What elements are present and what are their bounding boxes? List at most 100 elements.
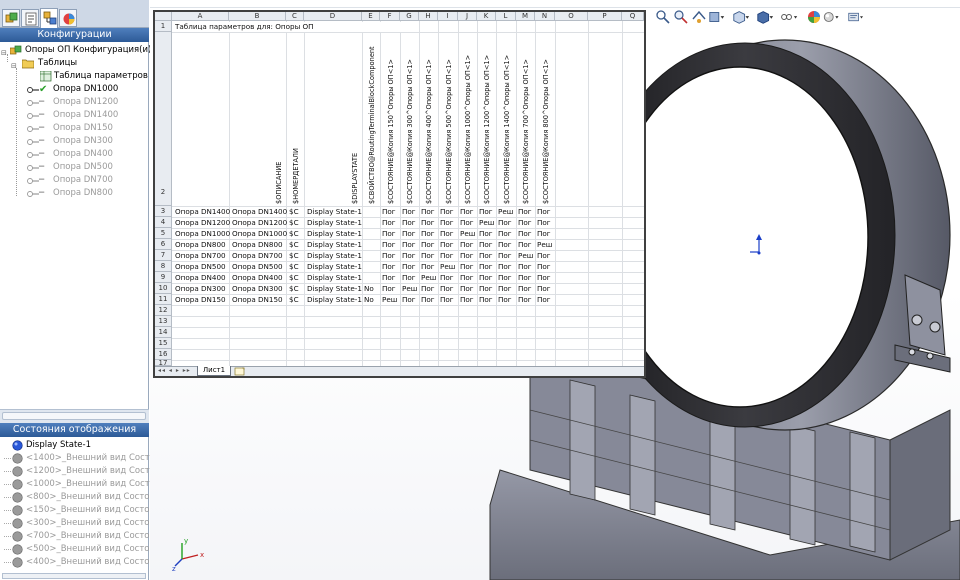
column-heading[interactable]: $ОПИСАНИЕ [275, 162, 283, 204]
table-cell[interactable]: Пог [402, 251, 416, 260]
display-state-item[interactable]: <1200>_Внешний вид Состояни [0, 465, 171, 478]
configuration-item[interactable]: ✔ Опора DN1000 [0, 83, 149, 96]
column-heading[interactable]: $СОСТОЯНИЕ@Копия 400^Опоры ОП<1> [425, 59, 433, 204]
column-header[interactable]: K [477, 12, 496, 21]
table-cell[interactable]: Пог [479, 251, 493, 260]
sheet-title-cell[interactable]: Таблица параметров для: Опоры ОП [175, 22, 415, 32]
table-cell[interactable]: $C [289, 262, 299, 271]
property-manager-tab[interactable] [21, 9, 39, 27]
table-cell[interactable]: Пог [421, 284, 435, 293]
configuration-item[interactable]: ━ Опора DN500 [0, 161, 149, 174]
table-cell[interactable]: Пог [518, 207, 532, 216]
table-cell[interactable]: Опора DN1200 [175, 218, 230, 227]
column-header[interactable]: P [588, 12, 622, 21]
table-cell[interactable]: $C [289, 284, 299, 293]
table-cell[interactable]: Пог [402, 229, 416, 238]
table-cell[interactable]: Пог [479, 284, 493, 293]
table-cell[interactable]: Пог [440, 207, 454, 216]
table-cell[interactable]: Пог [518, 284, 532, 293]
configuration-item[interactable]: ━ Опора DN1400 [0, 109, 149, 122]
column-header[interactable]: E [362, 12, 380, 21]
table-cell[interactable]: Опора DN1000 [232, 229, 287, 238]
table-cell[interactable]: Пог [421, 262, 435, 271]
column-heading[interactable]: $НОМЕРДЕТАЛИ [292, 148, 300, 204]
table-cell[interactable]: $C [289, 218, 299, 227]
table-cell[interactable]: Опора DN300 [232, 284, 283, 293]
configuration-item[interactable]: ━ Опора DN400 [0, 148, 149, 161]
design-table-item[interactable]: Таблица параметров [0, 70, 149, 83]
table-cell[interactable]: Реш [382, 295, 397, 304]
table-cell[interactable]: Пог [537, 229, 551, 238]
horizontal-scrollbar[interactable] [2, 412, 146, 420]
table-cell[interactable]: Опора DN300 [175, 284, 226, 293]
table-cell[interactable]: Опора DN400 [232, 273, 283, 282]
column-heading[interactable]: $СОСТОЯНИЕ@Копия 1000^Опоры ОП<1> [464, 55, 472, 204]
column-heading[interactable]: $СОСТОЯНИЕ@Копия 700^Опоры ОП<1> [522, 59, 530, 204]
column-heading[interactable]: $СВОЙСТВО@RoutingTerminalBlockComponent [368, 46, 376, 204]
tree-root-item[interactable]: ⊟ Опоры ОП Конфигурация(и) [0, 44, 151, 57]
table-cell[interactable]: Пог [479, 240, 493, 249]
table-cell[interactable]: Пог [421, 295, 435, 304]
configuration-item[interactable]: ━ Опора DN800 [0, 187, 149, 200]
table-cell[interactable]: Пог [382, 229, 396, 238]
table-cell[interactable]: Пог [498, 240, 512, 249]
table-cell[interactable]: $C [289, 273, 299, 282]
display-state-item[interactable]: <700>_Внешний вид Состояни [0, 530, 166, 543]
table-cell[interactable]: Опора DN1200 [232, 218, 287, 227]
table-cell[interactable]: Пог [402, 262, 416, 271]
row-header[interactable]: 1 [155, 21, 172, 32]
table-cell[interactable]: Опора DN500 [232, 262, 283, 271]
table-cell[interactable]: $C [289, 295, 299, 304]
table-cell[interactable]: Пог [498, 218, 512, 227]
table-cell[interactable]: Пог [518, 295, 532, 304]
table-cell[interactable]: Опора DN800 [232, 240, 283, 249]
table-cell[interactable]: Пог [518, 229, 532, 238]
table-cell[interactable]: Пог [440, 295, 454, 304]
table-cell[interactable]: Пог [440, 229, 454, 238]
table-cell[interactable]: Пог [460, 251, 474, 260]
table-cell[interactable]: Реш [440, 262, 455, 271]
column-header[interactable]: J [458, 12, 477, 21]
display-state-item[interactable]: <500>_Внешний вид Состояни [0, 543, 166, 556]
display-state-item[interactable]: Display State-1 [0, 439, 149, 452]
table-cell[interactable]: Пог [382, 262, 396, 271]
design-table-spreadsheet[interactable]: A B C D E F G H I J K L M N O P Q 1 2 3 … [153, 10, 646, 378]
display-state-item[interactable]: <150>_Внешний вид Состояни [0, 504, 166, 517]
sheet-tab[interactable]: Лист1 [197, 366, 231, 376]
table-cell[interactable]: Пог [498, 262, 512, 271]
table-cell[interactable]: Пог [460, 295, 474, 304]
table-cell[interactable]: Реш [402, 284, 417, 293]
table-cell[interactable]: Пог [421, 207, 435, 216]
table-cell[interactable]: Пог [537, 218, 551, 227]
column-header[interactable]: B [229, 12, 286, 21]
row-header[interactable]: 16 [155, 349, 172, 360]
display-state-item[interactable]: <800>_Внешний вид Состояни [0, 491, 166, 504]
table-cell[interactable]: Пог [479, 295, 493, 304]
table-cell[interactable]: Пог [382, 240, 396, 249]
tables-folder-item[interactable]: ⊟ Таблицы [0, 57, 149, 70]
table-cell[interactable]: No [364, 284, 374, 293]
display-state-item[interactable]: <400>_Внешний вид Состояни [0, 556, 166, 569]
table-cell[interactable]: Пог [402, 273, 416, 282]
table-cell[interactable]: Пог [537, 262, 551, 271]
configuration-item[interactable]: ━ Опора DN300 [0, 135, 149, 148]
column-header[interactable]: H [419, 12, 438, 21]
table-cell[interactable]: Пог [382, 218, 396, 227]
column-header[interactable]: M [516, 12, 535, 21]
table-cell[interactable]: Пог [518, 218, 532, 227]
display-state-item[interactable]: <1000>_Внешний вид Состояни [0, 478, 171, 491]
configuration-item[interactable]: ━ Опора DN150 [0, 122, 149, 135]
row-header[interactable]: 5 [155, 228, 172, 239]
table-cell[interactable]: Пог [460, 273, 474, 282]
column-header[interactable]: G [400, 12, 419, 21]
table-cell[interactable]: Пог [402, 240, 416, 249]
column-header[interactable]: L [496, 12, 516, 21]
insert-sheet-icon[interactable] [233, 367, 247, 376]
column-heading[interactable]: $СОСТОЯНИЕ@Копия 150^Опоры ОП<1> [387, 59, 395, 204]
table-cell[interactable]: Реш [518, 251, 533, 260]
table-cell[interactable]: Опора DN1400 [232, 207, 287, 216]
table-cell[interactable]: Display State-1 [307, 251, 362, 260]
column-header[interactable]: Q [622, 12, 644, 21]
table-cell[interactable]: Пог [382, 251, 396, 260]
table-cell[interactable]: Пог [460, 284, 474, 293]
